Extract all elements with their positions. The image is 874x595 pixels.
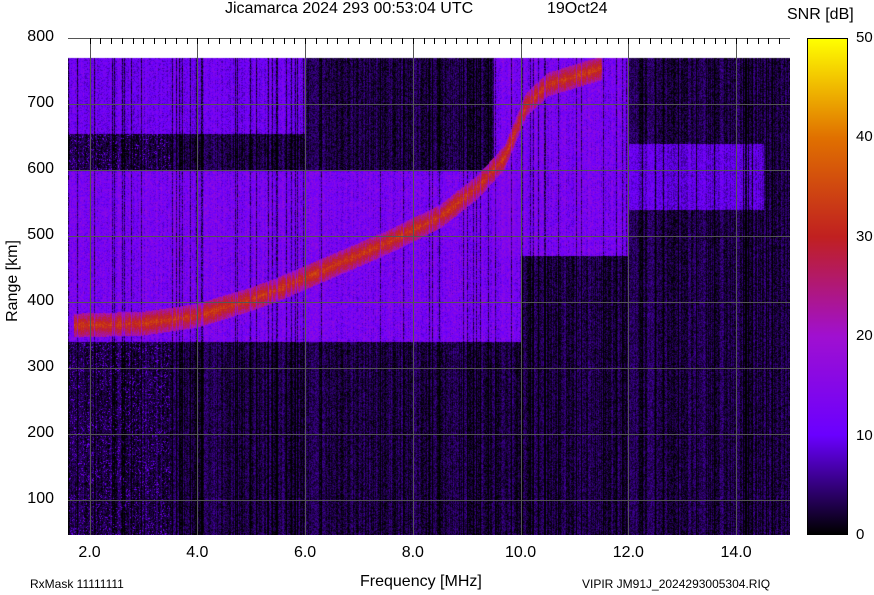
- y-tick-label: 300: [27, 358, 54, 375]
- y-tick-label: 600: [27, 160, 54, 177]
- rx-mask: RxMask 11111111: [30, 577, 124, 591]
- ionogram: Jicamarca 2024 293 00:53:04 UTC 19Oct24 …: [0, 0, 874, 595]
- file-name: VIPIR JM91J_2024293005304.RIQ: [582, 577, 771, 591]
- colorbar-label: SNR [dB]: [787, 6, 854, 23]
- grid-overlay: [68, 38, 790, 535]
- y-tick-label: 800: [27, 28, 54, 45]
- colorbar: [807, 38, 848, 535]
- colorbar-tick-label: 50: [856, 29, 873, 46]
- x-tick-label: 12.0: [612, 544, 644, 561]
- x-tick-label: 2.0: [78, 544, 101, 561]
- chart-date: 19Oct24: [547, 0, 608, 17]
- y-tick-label: 400: [27, 292, 54, 309]
- y-tick-label: 200: [27, 424, 54, 442]
- colorbar-tick-label: 40: [856, 128, 873, 146]
- colorbar-tick-label: 10: [856, 426, 873, 444]
- x-tick-label: 14.0: [720, 544, 752, 561]
- x-axis-label: Frequency [MHz]: [360, 573, 482, 590]
- colorbar-tick-label: 30: [856, 227, 873, 245]
- x-tick-label: 8.0: [401, 544, 424, 561]
- y-tick-label: 500: [27, 226, 54, 243]
- y-tick-label: 700: [27, 94, 54, 111]
- y-tick-label: 100: [27, 490, 54, 508]
- colorbar-tick-label: 0: [856, 526, 865, 543]
- x-tick-label: 10.0: [505, 544, 537, 561]
- x-tick-label: 6.0: [293, 544, 317, 561]
- chart-title: Jicamarca 2024 293 00:53:04 UTC: [225, 0, 474, 17]
- x-tick-label: 4.0: [186, 544, 209, 561]
- colorbar-tick-label: 20: [856, 327, 873, 345]
